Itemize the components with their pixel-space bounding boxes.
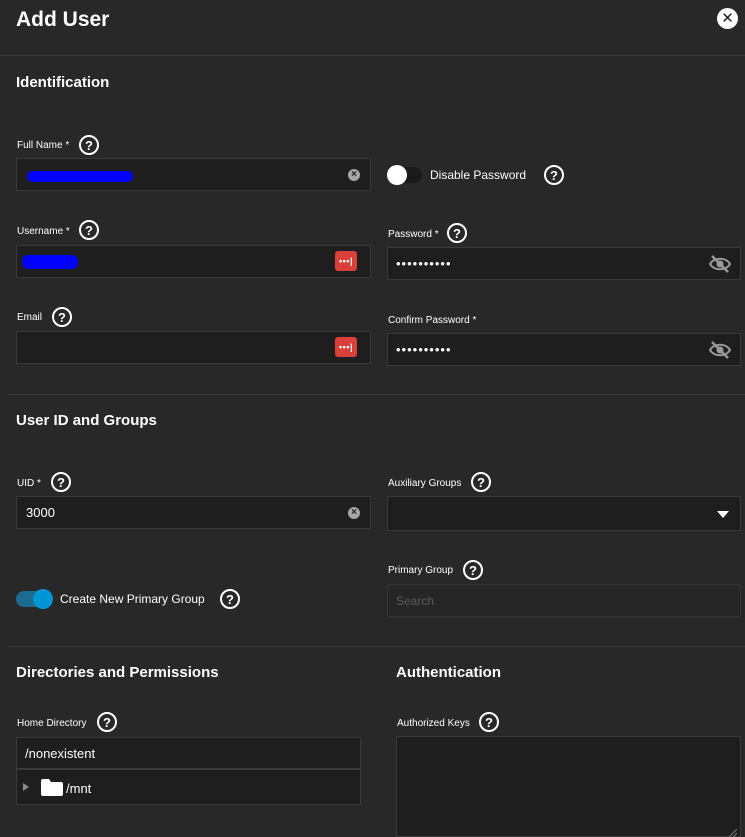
- primary-group-label: Primary Group: [388, 565, 454, 576]
- clear-icon[interactable]: ×: [348, 169, 360, 181]
- confirm-password-label: Confirm Password *: [388, 314, 476, 328]
- full-name-field[interactable]: ×: [16, 158, 371, 191]
- help-circle-icon[interactable]: ?: [463, 560, 483, 580]
- toggle-thumb: [33, 589, 53, 609]
- uid-field[interactable]: 3000 ×: [16, 496, 371, 529]
- dialog-title: Add User: [16, 8, 110, 31]
- directory-tree[interactable]: /mnt: [16, 769, 361, 805]
- required-marker: *: [65, 140, 70, 151]
- uid-label-text: UID: [17, 478, 35, 489]
- email-field[interactable]: •••|: [16, 331, 371, 364]
- help-circle-icon[interactable]: ?: [52, 307, 72, 327]
- confirm-password-field[interactable]: ••••••••••: [387, 333, 741, 366]
- username-label: Username *: [17, 225, 70, 239]
- section-title-user-id-groups: User ID and Groups: [16, 412, 157, 429]
- required-marker: *: [472, 315, 477, 326]
- eye-off-icon[interactable]: [708, 340, 732, 360]
- create-primary-group-label: Create New Primary Group: [60, 592, 205, 606]
- help-circle-icon[interactable]: ?: [447, 223, 467, 243]
- password-manager-icon[interactable]: •••|: [335, 251, 357, 271]
- toggle-thumb: [387, 165, 407, 185]
- section-divider: [8, 646, 745, 647]
- password-field[interactable]: ••••••••••: [387, 247, 741, 280]
- help-circle-icon[interactable]: ?: [471, 472, 491, 492]
- required-marker: *: [65, 226, 70, 237]
- tree-root-label[interactable]: /mnt: [66, 781, 91, 797]
- uid-value: 3000: [26, 505, 55, 520]
- aux-groups-label: Auxiliary Groups: [388, 478, 462, 489]
- disable-password-toggle[interactable]: [387, 165, 422, 185]
- required-marker: *: [434, 229, 439, 240]
- confirm-password-value: ••••••••••: [396, 342, 452, 357]
- password-value: ••••••••••: [396, 256, 452, 271]
- username-field[interactable]: •••|: [16, 245, 371, 278]
- password-manager-icon[interactable]: •••|: [335, 337, 357, 357]
- help-circle-icon[interactable]: ?: [79, 135, 99, 155]
- close-icon[interactable]: ✕: [717, 8, 738, 29]
- help-circle-icon[interactable]: ?: [97, 712, 117, 732]
- resize-handle-icon[interactable]: [727, 827, 737, 837]
- password-label: Password *: [388, 228, 439, 242]
- section-title-identification: Identification: [16, 74, 110, 91]
- full-name-label-text: Full Name: [17, 140, 63, 151]
- header-divider: [0, 55, 745, 56]
- clear-icon[interactable]: ×: [348, 507, 360, 519]
- chevron-down-icon[interactable]: [717, 511, 729, 518]
- section-title-authentication: Authentication: [396, 664, 501, 681]
- expand-arrow-icon[interactable]: [23, 783, 29, 791]
- email-label: Email: [17, 312, 43, 323]
- disable-password-label: Disable Password: [430, 168, 527, 182]
- help-circle-icon[interactable]: ?: [479, 712, 499, 732]
- authorized-keys-textarea[interactable]: [396, 736, 741, 837]
- help-circle-icon[interactable]: ?: [544, 165, 564, 185]
- home-directory-input[interactable]: /nonexistent: [16, 737, 361, 769]
- home-directory-label: Home Directory: [17, 718, 87, 729]
- password-label-text: Password: [388, 229, 432, 240]
- authorized-keys-label: Authorized Keys: [397, 718, 470, 729]
- home-directory-value: /nonexistent: [25, 746, 96, 761]
- folder-icon: [41, 779, 63, 796]
- required-marker: *: [37, 478, 41, 489]
- redacted-full-name: [27, 171, 133, 182]
- redacted-username: [22, 255, 78, 269]
- section-title-directories: Directories and Permissions: [16, 664, 219, 681]
- primary-group-placeholder: Search: [396, 594, 435, 608]
- eye-off-icon[interactable]: [708, 254, 732, 274]
- help-circle-icon[interactable]: ?: [79, 220, 99, 240]
- aux-groups-select[interactable]: [387, 496, 741, 531]
- create-primary-group-toggle[interactable]: [16, 589, 53, 609]
- username-label-text: Username: [17, 226, 64, 237]
- confirm-password-label-text: Confirm Password: [388, 315, 470, 326]
- full-name-label: Full Name *: [17, 139, 69, 153]
- section-divider: [8, 394, 745, 395]
- help-circle-icon[interactable]: ?: [220, 589, 240, 609]
- help-circle-icon[interactable]: ?: [51, 472, 71, 492]
- primary-group-input[interactable]: Search: [387, 584, 741, 617]
- uid-label: UID *: [17, 477, 41, 491]
